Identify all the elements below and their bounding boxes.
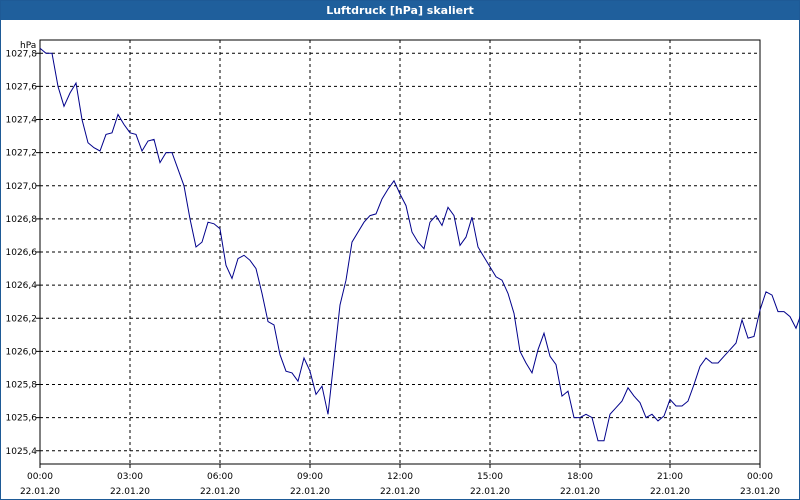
y-tick-label: 1027,4: [6, 116, 38, 126]
x-tick-time-label: 00:00: [747, 472, 773, 482]
x-tick-date-label: 22.01.20: [470, 487, 510, 497]
y-tick-label: 1027,2: [6, 149, 38, 159]
x-tick-date-label: 22.01.20: [650, 487, 690, 497]
y-tick-label: 1025,6: [6, 414, 38, 424]
x-tick-time-label: 12:00: [387, 472, 413, 482]
y-axis-ticks: 1025,4 1025,6 1025,8 1026,0 1026,2 1026,4 1026…: [6, 49, 40, 457]
x-tick-date-label: 22.01.20: [20, 487, 60, 497]
y-tick-label: 1025,4: [6, 447, 38, 457]
y-axis-unit-label: hPa: [20, 41, 36, 51]
y-tick-label: 1026,4: [6, 281, 38, 291]
y-tick-label: 1025,8: [6, 381, 38, 391]
x-tick-date-label: 22.01.20: [200, 487, 240, 497]
line-chart: 1025,4 1025,6 1025,8 1026,0 1026,2 1026,4 1026…: [6, 39, 800, 497]
x-tick-time-label: 21:00: [657, 472, 683, 482]
y-tick-label: 1026,0: [6, 347, 38, 357]
x-tick-time-label: 06:00: [207, 472, 233, 482]
x-tick-date-label: 23.01.20: [740, 487, 780, 497]
y-tick-label: 1027,0: [6, 182, 38, 192]
y-tick-label: 1026,6: [6, 248, 38, 258]
y-tick-label: 1026,2: [6, 314, 38, 324]
y-tick-label: 1026,8: [6, 215, 38, 225]
x-tick-time-label: 09:00: [297, 472, 323, 482]
x-tick-date-label: 22.01.20: [380, 487, 420, 497]
y-tick-label: 1027,6: [6, 82, 38, 92]
x-tick-date-label: 22.01.20: [110, 487, 150, 497]
x-tick-time-label: 15:00: [477, 472, 503, 482]
x-axis-ticks: 00:00 22.01.20 03:00 22.01.20 06:00 22.01.20 0…: [20, 464, 780, 497]
x-tick-time-label: 03:00: [117, 472, 143, 482]
x-tick-date-label: 22.01.20: [560, 487, 600, 497]
x-tick-time-label: 00:00: [27, 472, 53, 482]
x-tick-time-label: 18:00: [567, 472, 593, 482]
x-tick-date-label: 22.01.20: [290, 487, 330, 497]
